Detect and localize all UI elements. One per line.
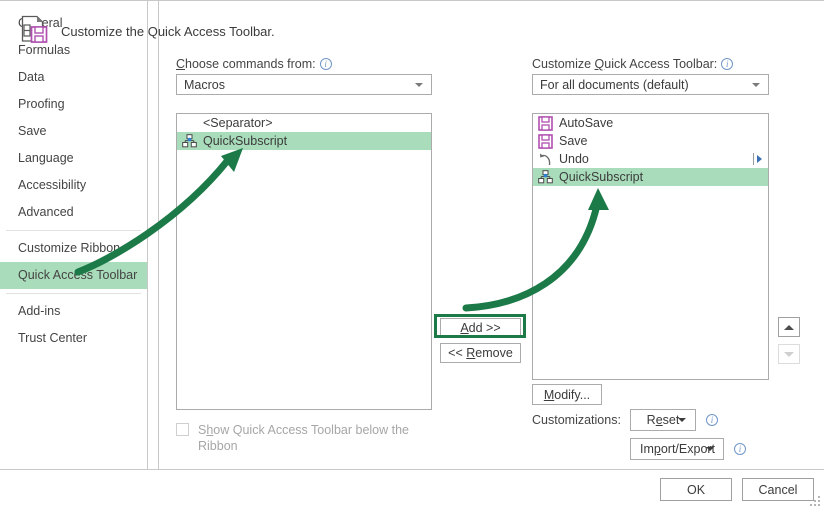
sidebar-divider bbox=[6, 230, 141, 231]
customize-qat-text-b: uick Access Toolbar: bbox=[604, 57, 718, 71]
move-up-button[interactable] bbox=[778, 317, 800, 337]
add-label: dd >> bbox=[468, 321, 501, 335]
show-below-ribbon-checkbox[interactable] bbox=[176, 423, 189, 436]
list-item[interactable]: <Separator> bbox=[177, 114, 431, 132]
customize-qat-value: For all documents (default) bbox=[540, 77, 689, 92]
list-item[interactable]: QuickSubscript bbox=[177, 132, 431, 150]
list-item-label: Undo bbox=[559, 152, 589, 166]
undo-icon bbox=[537, 151, 554, 167]
move-up-icon bbox=[784, 324, 794, 330]
macro-icon bbox=[181, 133, 198, 149]
settings-sidebar: General Formulas Data Proofing Save Lang… bbox=[0, 0, 148, 470]
cancel-button[interactable]: Cancel bbox=[742, 478, 814, 501]
sidebar-item-quick-access-toolbar[interactable]: Quick Access Toolbar bbox=[0, 262, 147, 289]
sidebar-item-advanced[interactable]: Advanced bbox=[0, 199, 147, 226]
separator-icon bbox=[181, 115, 198, 131]
customize-qat-label: Customize Quick Access Toolbar: i bbox=[532, 57, 734, 71]
sidebar-item-customize-ribbon[interactable]: Customize Ribbon bbox=[0, 235, 147, 262]
info-icon[interactable]: i bbox=[734, 443, 746, 455]
add-accel: A bbox=[460, 321, 469, 335]
panel-header: Customize the Quick Access Toolbar. bbox=[20, 14, 275, 49]
remove-label-pre: << bbox=[448, 346, 467, 360]
chk-line2: Ribbon bbox=[198, 439, 238, 453]
chevron-down-icon bbox=[415, 82, 423, 87]
choose-commands-value: Macros bbox=[184, 77, 225, 92]
import-export-accel: p bbox=[653, 442, 661, 456]
remove-accel: R bbox=[466, 346, 476, 360]
move-down-icon bbox=[784, 351, 794, 357]
reset-label-post: set bbox=[662, 413, 680, 427]
sidebar-item-language[interactable]: Language bbox=[0, 145, 147, 172]
list-item-label: QuickSubscript bbox=[559, 170, 644, 184]
reset-accel: e bbox=[655, 413, 663, 427]
info-icon[interactable]: i bbox=[706, 414, 718, 426]
move-down-button bbox=[778, 344, 800, 364]
sidebar-item-add-ins[interactable]: Add-ins bbox=[0, 298, 147, 325]
reset-button[interactable]: Reset bbox=[630, 409, 696, 431]
list-item-label: Save bbox=[559, 134, 588, 148]
customize-qat-combo[interactable]: For all documents (default) bbox=[532, 74, 769, 95]
choose-commands-text: hoose commands from: bbox=[185, 57, 316, 71]
list-item[interactable]: Save bbox=[533, 132, 768, 150]
list-item[interactable]: Undo bbox=[533, 150, 768, 168]
show-below-ribbon-label: Show Quick Access Toolbar below the Ribb… bbox=[198, 422, 409, 454]
list-item[interactable]: QuickSubscript bbox=[533, 168, 768, 186]
resize-grip[interactable] bbox=[810, 496, 821, 506]
customize-qat-icon bbox=[20, 14, 50, 49]
dialog-footer: OK Cancel bbox=[0, 470, 824, 508]
macro-icon bbox=[537, 169, 554, 185]
chevron-down-icon bbox=[678, 418, 686, 422]
ok-button[interactable]: OK bbox=[660, 478, 732, 501]
customizations-label: Customizations: bbox=[532, 413, 621, 427]
customize-qat-accel: Q bbox=[594, 57, 605, 71]
show-below-ribbon-checkbox-row[interactable]: Show Quick Access Toolbar below the Ribb… bbox=[176, 422, 426, 454]
info-icon[interactable]: i bbox=[319, 58, 332, 70]
choose-commands-accel: C bbox=[176, 57, 186, 71]
list-item-label: QuickSubscript bbox=[203, 134, 288, 148]
modify-button[interactable]: Modify... bbox=[532, 384, 602, 405]
sidebar-divider bbox=[6, 293, 141, 294]
list-item-label: AutoSave bbox=[559, 116, 614, 130]
remove-label-post: emove bbox=[475, 346, 513, 360]
choose-commands-label: Choose commands from: i bbox=[176, 57, 332, 71]
current-toolbar-list[interactable]: AutoSave Save Undo QuickSubscript bbox=[532, 113, 769, 380]
modify-accel: M bbox=[543, 387, 555, 402]
chevron-down-icon bbox=[752, 82, 760, 87]
sidebar-item-accessibility[interactable]: Accessibility bbox=[0, 172, 147, 199]
chk-line1: ow Quick Access Toolbar below the bbox=[213, 423, 409, 437]
import-export-pre: Im bbox=[640, 442, 654, 456]
reset-label-pre: R bbox=[646, 413, 656, 427]
customizations-text: Customizations: bbox=[532, 413, 621, 427]
list-item[interactable]: AutoSave bbox=[533, 114, 768, 132]
available-commands-list[interactable]: <Separator> QuickSubscript bbox=[176, 113, 432, 410]
add-button[interactable]: Add >> bbox=[440, 318, 521, 338]
list-item-label: <Separator> bbox=[203, 116, 273, 130]
customize-qat-text-a: Customize bbox=[532, 57, 595, 71]
sidebar-item-save[interactable]: Save bbox=[0, 118, 147, 145]
save-icon bbox=[537, 115, 554, 131]
choose-commands-combo[interactable]: Macros bbox=[176, 74, 432, 95]
info-icon[interactable]: i bbox=[721, 58, 734, 70]
sidebar-item-proofing[interactable]: Proofing bbox=[0, 91, 147, 118]
import-export-button[interactable]: Import/Export bbox=[630, 438, 724, 460]
chevron-down-icon bbox=[706, 447, 714, 451]
sidebar-item-trust-center[interactable]: Trust Center bbox=[0, 325, 147, 352]
submenu-divider bbox=[753, 153, 754, 165]
remove-button[interactable]: << Remove bbox=[440, 343, 521, 363]
sidebar-item-data[interactable]: Data bbox=[0, 64, 147, 91]
save-icon bbox=[537, 133, 554, 149]
chevron-right-icon[interactable] bbox=[757, 155, 762, 163]
modify-label: odify... bbox=[554, 387, 591, 402]
page-title: Customize the Quick Access Toolbar. bbox=[61, 24, 275, 39]
